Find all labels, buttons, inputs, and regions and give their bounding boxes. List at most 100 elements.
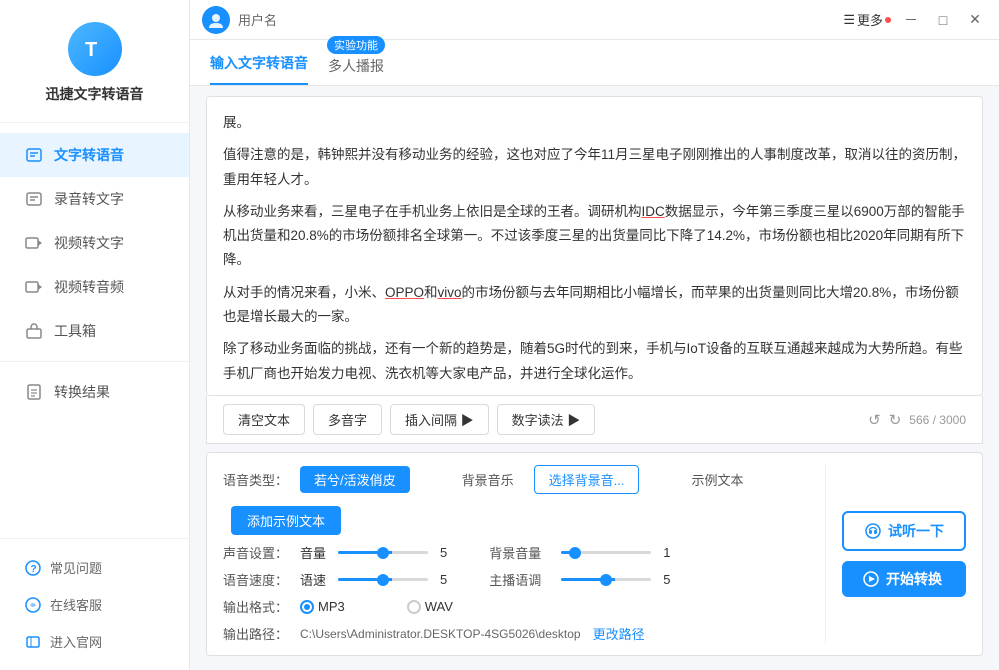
notification-dot bbox=[885, 17, 891, 23]
text-line-3: 从移动业务来看，三星电子在手机业务上依旧是全球的王者。调研机构IDC数据显示，今… bbox=[223, 200, 966, 273]
sidebar-item-label: 视频转音频 bbox=[54, 277, 124, 297]
redo-button[interactable]: ↻ bbox=[889, 411, 902, 429]
online-service-icon bbox=[24, 596, 42, 614]
vivo-text: vivo bbox=[438, 285, 462, 300]
settings-area: 语音类型： 若兮/活泼俏皮 背景音乐 选择背景音... 示例文本 添加示例文本 bbox=[206, 452, 983, 656]
official-website-icon bbox=[24, 633, 42, 651]
oppo-text: OPPO bbox=[385, 285, 424, 300]
experiment-badge: 实验功能 bbox=[327, 36, 385, 54]
change-path-label: 更改路径 bbox=[593, 627, 645, 642]
voice-type-button[interactable]: 若兮/活泼俏皮 bbox=[300, 466, 410, 493]
bg-music-label: 背景音乐 bbox=[462, 470, 522, 489]
format-mp3-option[interactable]: MP3 bbox=[300, 599, 345, 614]
sidebar-item-toolbox[interactable]: 工具箱 bbox=[0, 309, 189, 353]
text-line-5: 除了移动业务面临的挑战，还有一个新的趋势是，随着5G时代的到来，手机与IoT设备… bbox=[223, 337, 966, 386]
bg-volume-value: 1 bbox=[663, 545, 670, 560]
settings-row-volume: 声音设置： 音量 5 背景音量 1 bbox=[223, 543, 813, 562]
insert-pause-label: 插入间隔 ▶ bbox=[405, 410, 474, 429]
wav-radio-dot bbox=[407, 600, 421, 614]
volume-slider-container bbox=[338, 551, 428, 554]
sidebar-item-video-to-audio[interactable]: 视频转音频 bbox=[0, 265, 189, 309]
conversion-result-icon bbox=[24, 382, 44, 402]
convert-button[interactable]: 开始转换 bbox=[842, 561, 966, 597]
wav-label: WAV bbox=[425, 599, 453, 614]
clear-text-button[interactable]: 清空文本 bbox=[223, 404, 305, 435]
insert-pause-button[interactable]: 插入间隔 ▶ bbox=[390, 404, 489, 435]
sidebar-item-label: 转换结果 bbox=[54, 382, 110, 402]
text-line-4: 从对手的情况来看，小米、OPPO和vivo的市场份额与去年同期相比小幅增长，而苹… bbox=[223, 281, 966, 330]
tab-label: 输入文字转语音 bbox=[210, 55, 308, 71]
footer-item-label: 常见问题 bbox=[50, 558, 102, 577]
pitch-label: 主播语调 bbox=[489, 570, 549, 589]
settings-main: 语音类型： 若兮/活泼俏皮 背景音乐 选择背景音... 示例文本 添加示例文本 bbox=[223, 465, 813, 643]
pitch-slider[interactable] bbox=[561, 578, 651, 581]
sidebar-nav: 文字转语音 录音转文字 视频转文字 bbox=[0, 123, 189, 538]
video-to-text-icon bbox=[24, 233, 44, 253]
app-logo: T 迅捷文字转语音 bbox=[0, 0, 189, 123]
sidebar-footer-faq[interactable]: ? 常见问题 bbox=[0, 549, 189, 586]
char-count: 566 / 3000 bbox=[909, 413, 966, 427]
bg-music-button[interactable]: 选择背景音... bbox=[534, 465, 640, 494]
sidebar-item-label: 工具箱 bbox=[54, 321, 96, 341]
output-path: C:\Users\Administrator.DESKTOP-4SG5026\d… bbox=[300, 627, 581, 641]
voice-type-value: 若兮/活泼俏皮 bbox=[314, 473, 396, 488]
voice-type-label: 语音类型： bbox=[223, 470, 288, 489]
undo-button[interactable]: ↺ bbox=[868, 411, 881, 429]
speed-value: 5 bbox=[440, 572, 447, 587]
sidebar: T 迅捷文字转语音 文字转语音 bbox=[0, 0, 190, 670]
number-reading-label: 数字读法 ▶ bbox=[512, 410, 581, 429]
settings-and-actions: 语音类型： 若兮/活泼俏皮 背景音乐 选择背景音... 示例文本 添加示例文本 bbox=[223, 465, 966, 643]
sidebar-item-text-to-speech[interactable]: 文字转语音 bbox=[0, 133, 189, 177]
convert-label: 开始转换 bbox=[886, 569, 942, 589]
headphone-icon bbox=[864, 522, 882, 540]
number-reading-button[interactable]: 数字读法 ▶ bbox=[497, 404, 596, 435]
minimize-button[interactable]: － bbox=[899, 8, 923, 32]
text-editor[interactable]: 展。 值得注意的是，韩钟熙并没有移动业务的经验，这也对应了今年11月三星电子刚刚… bbox=[206, 96, 983, 396]
format-wav-option[interactable]: WAV bbox=[407, 599, 453, 614]
sidebar-item-video-to-text[interactable]: 视频转文字 bbox=[0, 221, 189, 265]
logo-icon: T bbox=[68, 22, 122, 76]
clear-text-label: 清空文本 bbox=[238, 410, 290, 429]
example-text-label: 示例文本 bbox=[691, 470, 751, 489]
bg-volume-slider[interactable] bbox=[561, 551, 651, 554]
sidebar-item-recording-to-text[interactable]: 录音转文字 bbox=[0, 177, 189, 221]
format-radio-group: MP3 WAV bbox=[300, 599, 453, 614]
recording-icon bbox=[24, 189, 44, 209]
speed-slider[interactable] bbox=[338, 578, 428, 581]
titlebar-left: 用户名 bbox=[202, 6, 277, 34]
path-label: 输出路径： bbox=[223, 624, 288, 643]
sidebar-item-conversion-result[interactable]: 转换结果 bbox=[0, 370, 189, 414]
add-example-button[interactable]: 添加示例文本 bbox=[231, 506, 341, 535]
content-area: 展。 值得注意的是，韩钟熙并没有移动业务的经验，这也对应了今年11月三星电子刚刚… bbox=[190, 86, 999, 670]
add-example-label: 添加示例文本 bbox=[247, 514, 325, 529]
listen-button[interactable]: 试听一下 bbox=[842, 511, 966, 551]
sidebar-item-label: 录音转文字 bbox=[54, 189, 124, 209]
mp3-radio-dot bbox=[300, 600, 314, 614]
sidebar-footer-online-service[interactable]: 在线客服 bbox=[0, 586, 189, 623]
pitch-value: 5 bbox=[663, 572, 670, 587]
volume-value: 5 bbox=[440, 545, 447, 560]
close-button[interactable]: ✕ bbox=[963, 8, 987, 32]
tab-text-input[interactable]: 输入文字转语音 bbox=[210, 41, 308, 85]
titlebar: 用户名 ☰ 更多 － □ ✕ bbox=[190, 0, 999, 40]
faq-icon: ? bbox=[24, 559, 42, 577]
sidebar-footer-official-website[interactable]: 进入官网 bbox=[0, 623, 189, 660]
text-to-speech-icon bbox=[24, 145, 44, 165]
change-path-button[interactable]: 更改路径 bbox=[593, 624, 645, 643]
more-button[interactable]: ☰ 更多 bbox=[843, 10, 891, 29]
settings-row-format: 输出格式： MP3 WAV bbox=[223, 597, 813, 616]
speed-label: 语音速度： bbox=[223, 570, 288, 589]
settings-row-speed: 语音速度： 语速 5 主播语调 5 bbox=[223, 570, 813, 589]
pitch-slider-container bbox=[561, 578, 651, 581]
volume-label: 声音设置： bbox=[223, 543, 288, 562]
titlebar-right: ☰ 更多 － □ ✕ bbox=[843, 8, 987, 32]
sidebar-item-label: 文字转语音 bbox=[54, 145, 124, 165]
avatar bbox=[202, 6, 230, 34]
sidebar-item-label: 视频转文字 bbox=[54, 233, 124, 253]
volume-slider[interactable] bbox=[338, 551, 428, 554]
idc-text: IDC bbox=[642, 204, 665, 219]
tab-multi-broadcast[interactable]: 实验功能 多人播报 bbox=[328, 38, 384, 88]
polyphonic-button[interactable]: 多音字 bbox=[313, 404, 382, 435]
maximize-button[interactable]: □ bbox=[931, 8, 955, 32]
toolbox-icon bbox=[24, 321, 44, 341]
